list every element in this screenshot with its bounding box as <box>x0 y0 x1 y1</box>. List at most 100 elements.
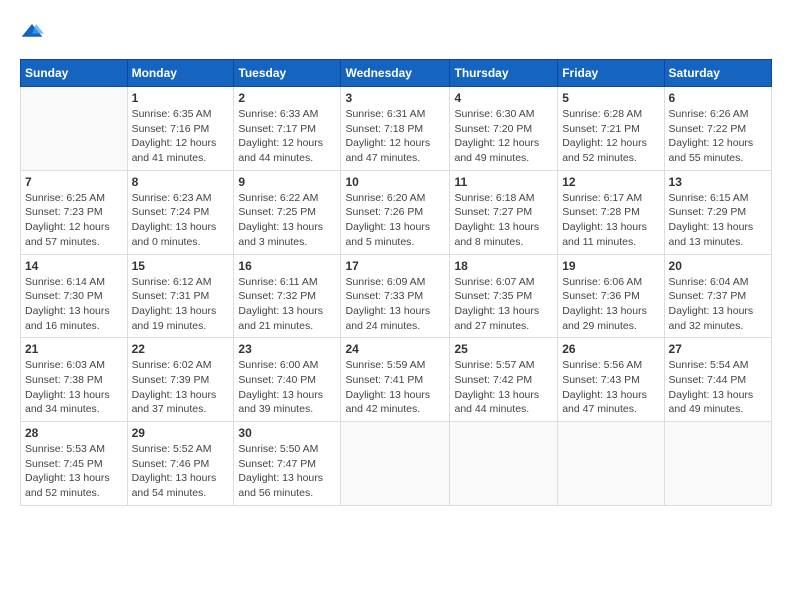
cell-day-number: 11 <box>454 175 553 189</box>
calendar-cell: 3 Sunrise: 6:31 AM Sunset: 7:18 PM Daylig… <box>341 87 450 171</box>
calendar-cell <box>341 422 450 506</box>
cell-day-number: 12 <box>562 175 659 189</box>
cell-day-number: 28 <box>25 426 123 440</box>
cell-info: Sunrise: 6:25 AM Sunset: 7:23 PM Dayligh… <box>25 191 123 250</box>
cell-day-number: 29 <box>132 426 230 440</box>
cell-info: Sunrise: 6:22 AM Sunset: 7:25 PM Dayligh… <box>238 191 336 250</box>
cell-info: Sunrise: 6:31 AM Sunset: 7:18 PM Dayligh… <box>345 107 445 166</box>
cell-day-number: 5 <box>562 91 659 105</box>
calendar-cell: 7 Sunrise: 6:25 AM Sunset: 7:23 PM Daylig… <box>21 170 128 254</box>
cell-day-number: 17 <box>345 259 445 273</box>
calendar-cell: 6 Sunrise: 6:26 AM Sunset: 7:22 PM Daylig… <box>664 87 771 171</box>
cell-day-number: 26 <box>562 342 659 356</box>
cell-info: Sunrise: 6:02 AM Sunset: 7:39 PM Dayligh… <box>132 358 230 417</box>
cell-info: Sunrise: 6:00 AM Sunset: 7:40 PM Dayligh… <box>238 358 336 417</box>
calendar-cell: 21 Sunrise: 6:03 AM Sunset: 7:38 PM Dayli… <box>21 338 128 422</box>
calendar-cell: 4 Sunrise: 6:30 AM Sunset: 7:20 PM Daylig… <box>450 87 558 171</box>
calendar-cell: 14 Sunrise: 6:14 AM Sunset: 7:30 PM Dayli… <box>21 254 128 338</box>
day-header-friday: Friday <box>558 60 664 87</box>
cell-info: Sunrise: 6:03 AM Sunset: 7:38 PM Dayligh… <box>25 358 123 417</box>
page-header <box>20 20 772 44</box>
cell-day-number: 24 <box>345 342 445 356</box>
cell-info: Sunrise: 6:23 AM Sunset: 7:24 PM Dayligh… <box>132 191 230 250</box>
calendar-cell: 25Sunrise: 5:57 AM Sunset: 7:42 PM Dayli… <box>450 338 558 422</box>
cell-day-number: 6 <box>669 91 767 105</box>
cell-info: Sunrise: 6:20 AM Sunset: 7:26 PM Dayligh… <box>345 191 445 250</box>
calendar-cell: 1 Sunrise: 6:35 AM Sunset: 7:16 PM Daylig… <box>127 87 234 171</box>
cell-day-number: 15 <box>132 259 230 273</box>
calendar-cell <box>664 422 771 506</box>
cell-info: Sunrise: 6:26 AM Sunset: 7:22 PM Dayligh… <box>669 107 767 166</box>
day-header-wednesday: Wednesday <box>341 60 450 87</box>
calendar-cell: 23 Sunrise: 6:00 AM Sunset: 7:40 PM Dayli… <box>234 338 341 422</box>
calendar-cell: 20 Sunrise: 6:04 AM Sunset: 7:37 PM Dayli… <box>664 254 771 338</box>
cell-day-number: 20 <box>669 259 767 273</box>
calendar-cell: 9Sunrise: 6:22 AM Sunset: 7:25 PM Daylig… <box>234 170 341 254</box>
calendar-cell: 16 Sunrise: 6:11 AM Sunset: 7:32 PM Dayli… <box>234 254 341 338</box>
cell-info: Sunrise: 5:54 AM Sunset: 7:44 PM Dayligh… <box>669 358 767 417</box>
cell-day-number: 23 <box>238 342 336 356</box>
cell-day-number: 30 <box>238 426 336 440</box>
calendar-header-row: SundayMondayTuesdayWednesdayThursdayFrid… <box>21 60 772 87</box>
calendar-cell <box>450 422 558 506</box>
cell-info: Sunrise: 5:50 AM Sunset: 7:47 PM Dayligh… <box>238 442 336 501</box>
cell-day-number: 4 <box>454 91 553 105</box>
day-header-sunday: Sunday <box>21 60 128 87</box>
cell-day-number: 22 <box>132 342 230 356</box>
day-header-saturday: Saturday <box>664 60 771 87</box>
cell-info: Sunrise: 5:52 AM Sunset: 7:46 PM Dayligh… <box>132 442 230 501</box>
cell-day-number: 16 <box>238 259 336 273</box>
calendar-week-row: 28 Sunrise: 5:53 AM Sunset: 7:45 PM Dayli… <box>21 422 772 506</box>
calendar-cell: 12Sunrise: 6:17 AM Sunset: 7:28 PM Dayli… <box>558 170 664 254</box>
calendar-week-row: 7 Sunrise: 6:25 AM Sunset: 7:23 PM Daylig… <box>21 170 772 254</box>
calendar-cell: 13 Sunrise: 6:15 AM Sunset: 7:29 PM Dayli… <box>664 170 771 254</box>
cell-info: Sunrise: 6:12 AM Sunset: 7:31 PM Dayligh… <box>132 275 230 334</box>
calendar-cell: 22 Sunrise: 6:02 AM Sunset: 7:39 PM Dayli… <box>127 338 234 422</box>
day-header-monday: Monday <box>127 60 234 87</box>
cell-day-number: 1 <box>132 91 230 105</box>
cell-info: Sunrise: 6:07 AM Sunset: 7:35 PM Dayligh… <box>454 275 553 334</box>
calendar-cell: 28 Sunrise: 5:53 AM Sunset: 7:45 PM Dayli… <box>21 422 128 506</box>
cell-day-number: 25 <box>454 342 553 356</box>
calendar-week-row: 14 Sunrise: 6:14 AM Sunset: 7:30 PM Dayli… <box>21 254 772 338</box>
cell-info: Sunrise: 6:33 AM Sunset: 7:17 PM Dayligh… <box>238 107 336 166</box>
cell-day-number: 10 <box>345 175 445 189</box>
cell-day-number: 2 <box>238 91 336 105</box>
cell-info: Sunrise: 6:35 AM Sunset: 7:16 PM Dayligh… <box>132 107 230 166</box>
cell-info: Sunrise: 6:28 AM Sunset: 7:21 PM Dayligh… <box>562 107 659 166</box>
cell-info: Sunrise: 5:53 AM Sunset: 7:45 PM Dayligh… <box>25 442 123 501</box>
cell-info: Sunrise: 6:18 AM Sunset: 7:27 PM Dayligh… <box>454 191 553 250</box>
calendar-cell: 26 Sunrise: 5:56 AM Sunset: 7:43 PM Dayli… <box>558 338 664 422</box>
calendar-cell: 8 Sunrise: 6:23 AM Sunset: 7:24 PM Daylig… <box>127 170 234 254</box>
calendar-cell <box>21 87 128 171</box>
cell-day-number: 3 <box>345 91 445 105</box>
calendar-cell: 18Sunrise: 6:07 AM Sunset: 7:35 PM Dayli… <box>450 254 558 338</box>
calendar-cell: 19 Sunrise: 6:06 AM Sunset: 7:36 PM Dayli… <box>558 254 664 338</box>
calendar-cell: 27Sunrise: 5:54 AM Sunset: 7:44 PM Dayli… <box>664 338 771 422</box>
cell-day-number: 19 <box>562 259 659 273</box>
day-header-tuesday: Tuesday <box>234 60 341 87</box>
calendar-cell: 11 Sunrise: 6:18 AM Sunset: 7:27 PM Dayli… <box>450 170 558 254</box>
cell-info: Sunrise: 6:06 AM Sunset: 7:36 PM Dayligh… <box>562 275 659 334</box>
cell-day-number: 14 <box>25 259 123 273</box>
cell-info: Sunrise: 6:30 AM Sunset: 7:20 PM Dayligh… <box>454 107 553 166</box>
calendar-cell <box>558 422 664 506</box>
calendar-cell: 30 Sunrise: 5:50 AM Sunset: 7:47 PM Dayli… <box>234 422 341 506</box>
cell-info: Sunrise: 5:59 AM Sunset: 7:41 PM Dayligh… <box>345 358 445 417</box>
cell-day-number: 7 <box>25 175 123 189</box>
calendar-table: SundayMondayTuesdayWednesdayThursdayFrid… <box>20 59 772 506</box>
calendar-cell: 2 Sunrise: 6:33 AM Sunset: 7:17 PM Daylig… <box>234 87 341 171</box>
cell-day-number: 21 <box>25 342 123 356</box>
calendar-cell: 17 Sunrise: 6:09 AM Sunset: 7:33 PM Dayli… <box>341 254 450 338</box>
cell-day-number: 13 <box>669 175 767 189</box>
cell-day-number: 8 <box>132 175 230 189</box>
logo[interactable] <box>20 20 48 44</box>
cell-info: Sunrise: 5:56 AM Sunset: 7:43 PM Dayligh… <box>562 358 659 417</box>
cell-info: Sunrise: 6:15 AM Sunset: 7:29 PM Dayligh… <box>669 191 767 250</box>
day-header-thursday: Thursday <box>450 60 558 87</box>
cell-info: Sunrise: 6:04 AM Sunset: 7:37 PM Dayligh… <box>669 275 767 334</box>
calendar-week-row: 1 Sunrise: 6:35 AM Sunset: 7:16 PM Daylig… <box>21 87 772 171</box>
cell-info: Sunrise: 6:11 AM Sunset: 7:32 PM Dayligh… <box>238 275 336 334</box>
cell-info: Sunrise: 6:14 AM Sunset: 7:30 PM Dayligh… <box>25 275 123 334</box>
cell-info: Sunrise: 6:09 AM Sunset: 7:33 PM Dayligh… <box>345 275 445 334</box>
